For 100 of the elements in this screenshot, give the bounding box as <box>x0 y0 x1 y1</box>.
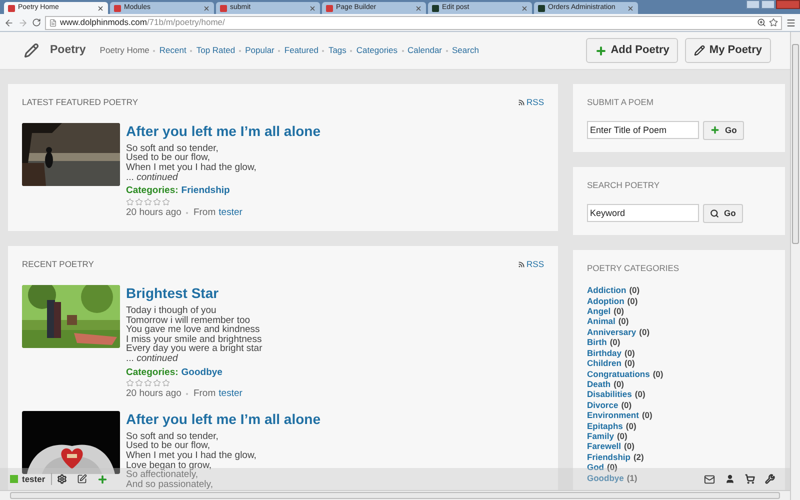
address-bar[interactable]: www.dolphinmods.com/71b/m/poetry/home/ <box>45 16 782 30</box>
category-link[interactable]: Family <box>587 430 614 442</box>
category-link[interactable]: Friendship <box>587 452 630 462</box>
panel-title: LATEST FEATURED POETRY <box>22 96 138 109</box>
reload-icon[interactable] <box>32 18 41 27</box>
back-icon[interactable] <box>4 18 14 28</box>
poem-title[interactable]: After you left me I’m all alone <box>126 410 320 428</box>
author-link[interactable]: tester <box>218 208 242 218</box>
rss-icon <box>518 98 525 106</box>
category-link[interactable]: Goodbye <box>181 368 222 378</box>
category-count: (0) <box>629 285 640 296</box>
site-icon <box>114 4 121 12</box>
star-icon[interactable] <box>126 198 134 206</box>
category-link[interactable]: Children <box>587 358 622 368</box>
category-count: (0) <box>624 441 634 452</box>
user-name[interactable]: tester <box>22 472 46 486</box>
settings-icon[interactable] <box>57 474 68 484</box>
nav-link[interactable]: Calendar <box>408 44 442 57</box>
category-link[interactable]: Death <box>587 378 611 390</box>
nav-link[interactable]: Search <box>452 44 479 57</box>
category-link[interactable]: Birth <box>587 337 607 348</box>
category-link[interactable]: Disabilities <box>587 389 632 400</box>
close-icon[interactable] <box>309 4 316 12</box>
bookmark-star-icon[interactable] <box>769 18 778 27</box>
category-link[interactable]: Divorce <box>587 400 618 410</box>
category-link[interactable]: Adoption <box>587 296 624 306</box>
category-link[interactable]: Congratuations <box>587 368 650 379</box>
go-button[interactable]: Go <box>703 120 744 140</box>
category-link[interactable]: Birthday <box>587 348 622 358</box>
text-field[interactable]: Enter Title of Poem <box>587 121 699 140</box>
menu-icon[interactable] <box>786 18 796 28</box>
zoom-icon[interactable] <box>757 18 766 27</box>
star-icon[interactable] <box>144 379 152 388</box>
nav-link[interactable]: Popular <box>245 44 274 57</box>
category-link[interactable]: Animal <box>587 316 616 327</box>
category-count: (0) <box>652 368 664 379</box>
site-icon <box>538 4 545 12</box>
status-indicator <box>10 475 18 483</box>
close-icon[interactable] <box>521 4 528 12</box>
nav-link[interactable]: Poetry Home <box>100 44 150 57</box>
nav-link[interactable]: Categories <box>356 44 398 57</box>
star-icon[interactable] <box>153 379 161 388</box>
star-icon[interactable] <box>144 198 152 206</box>
category-count: (0) <box>639 326 650 338</box>
category-link[interactable]: Epitaphs <box>587 420 623 431</box>
star-icon[interactable] <box>126 379 134 388</box>
category-count: (0) <box>624 358 635 368</box>
category-count: (0) <box>614 378 624 390</box>
category-link[interactable]: God <box>587 462 604 473</box>
nav-link[interactable]: Top Rated <box>196 44 236 57</box>
star-icon[interactable] <box>162 379 170 388</box>
category-link[interactable]: Angel <box>587 306 611 316</box>
user-icon[interactable] <box>725 474 735 484</box>
edit-icon[interactable] <box>77 474 88 484</box>
nav-link[interactable]: Featured <box>284 44 318 57</box>
go-button[interactable]: Go <box>703 204 743 222</box>
author-link[interactable]: tester <box>218 389 242 399</box>
categories-label: Categories: <box>126 186 178 196</box>
rss-link[interactable]: RSS <box>518 96 544 109</box>
wrench-icon[interactable] <box>765 474 775 484</box>
category-link[interactable]: Environment <box>587 410 639 421</box>
close-icon[interactable] <box>415 4 422 12</box>
category-count: (0) <box>621 400 632 410</box>
star-icon[interactable] <box>135 198 143 206</box>
star-icon[interactable] <box>135 379 143 388</box>
category-link[interactable]: Addiction <box>587 285 626 296</box>
cart-icon[interactable] <box>745 474 755 484</box>
forward-icon[interactable] <box>18 18 28 28</box>
page-icon <box>49 18 57 26</box>
header-button[interactable]: Add Poetry <box>586 38 678 63</box>
category-count: (0) <box>624 348 635 358</box>
site-icon <box>8 4 15 12</box>
nav-link[interactable]: Tags <box>328 44 346 57</box>
star-icon[interactable] <box>153 198 161 206</box>
close-icon[interactable] <box>627 4 634 12</box>
vertical-scrollbar[interactable] <box>790 32 800 500</box>
category-count: (0) <box>634 389 646 400</box>
category-count: (1) <box>626 472 638 483</box>
category-link[interactable]: Farewell <box>587 441 622 452</box>
category-count: (0) <box>642 410 652 421</box>
text-field[interactable]: Keyword <box>587 204 699 222</box>
close-icon[interactable] <box>203 4 210 12</box>
from-label: From <box>193 389 216 399</box>
mail-icon[interactable] <box>704 474 715 484</box>
minimize-icon[interactable] <box>746 0 760 9</box>
category-link[interactable]: Anniversary <box>587 326 636 338</box>
plus-icon[interactable] <box>97 474 108 484</box>
poem-title[interactable]: Brightest Star <box>126 285 262 302</box>
horizontal-scrollbar[interactable] <box>0 490 790 500</box>
page-title: Poetry <box>50 42 86 58</box>
category-count: (0) <box>616 430 628 442</box>
header-button[interactable]: My Poetry <box>685 38 771 63</box>
nav-link[interactable]: Recent <box>159 44 186 57</box>
star-icon[interactable] <box>162 198 170 206</box>
rss-link[interactable]: RSS <box>518 258 544 272</box>
poem-title[interactable]: After you left me I’m all alone <box>126 122 320 140</box>
close-icon[interactable] <box>97 4 104 12</box>
category-link[interactable]: Friendship <box>181 186 230 196</box>
category-link[interactable]: Goodbye <box>587 472 624 483</box>
maximize-icon[interactable] <box>761 0 775 9</box>
